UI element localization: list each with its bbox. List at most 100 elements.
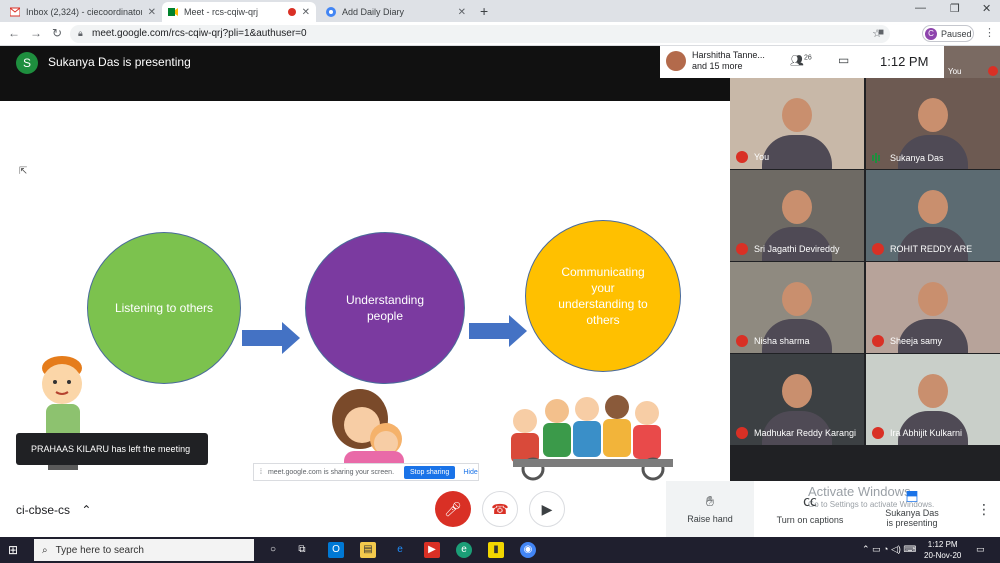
participant-name: Sri Jagathi Devireddy <box>754 244 840 254</box>
participant-name: Sukanya Das <box>890 153 944 163</box>
participant-tile[interactable]: Nisha sharma <box>730 262 864 353</box>
leave-call-button[interactable]: ☎︎ <box>482 491 518 527</box>
profile-button[interactable]: C Paused <box>922 25 974 42</box>
meeting-clock: 1:12 PM <box>880 54 929 69</box>
internet-explorer-icon[interactable]: e <box>392 542 408 558</box>
presenter-avatar: S <box>16 52 38 74</box>
url-field[interactable]: 🔒︎ meet.google.com/rcs-cqiw-qrj?pli=1&au… <box>70 25 890 43</box>
participant-tile[interactable]: Ira Abhijit Kulkarni <box>866 354 1000 445</box>
task-view-icon[interactable]: ⧉ <box>294 542 310 558</box>
tab-meet[interactable]: Meet - rcs-cqiw-qrj ✕ <box>162 2 316 22</box>
participant-label: You <box>736 151 769 163</box>
mic-off-icon <box>736 335 748 347</box>
presenter-bar: S Sukanya Das is presenting <box>0 46 730 101</box>
participant-name: Sheeja samy <box>890 336 943 346</box>
participant-name: Nisha sharma <box>754 336 810 346</box>
mic-off-icon <box>736 151 748 163</box>
circle-understanding: Understanding people <box>305 232 465 384</box>
hide-button[interactable]: Hide <box>463 469 477 476</box>
forward-icon[interactable]: → <box>30 26 42 40</box>
stop-sharing-button[interactable]: Stop sharing <box>404 465 456 479</box>
camera-toggle-button[interactable]: ▶︎ <box>529 491 565 527</box>
mic-toggle-button[interactable]: 🎤︎ <box>435 491 471 527</box>
participant-body <box>762 135 832 169</box>
notifications-icon[interactable]: ▭ <box>976 544 985 555</box>
people-icon: 👥︎ <box>790 55 804 67</box>
participant-label: Sri Jagathi Devireddy <box>736 243 840 255</box>
participant-name: Ira Abhijit Kulkarni <box>890 428 963 438</box>
mic-off-icon <box>872 243 884 255</box>
close-window-icon[interactable]: ✕ <box>982 2 991 15</box>
participant-face <box>918 374 948 409</box>
video-camera-icon: ▶︎ <box>541 500 553 517</box>
participant-label: Ira Abhijit Kulkarni <box>872 427 962 439</box>
participant-label: ROHIT REDDY ARE <box>872 243 972 255</box>
close-icon[interactable]: ✕ <box>302 7 310 18</box>
participant-label: Sheeja samy <box>872 335 942 347</box>
chat-icon[interactable]: ▭ <box>838 53 849 67</box>
participant-tile[interactable]: ROHIT REDDY ARE <box>866 170 1000 261</box>
presenting-button[interactable]: ⬒ Sukanya Das is presenting <box>872 487 952 528</box>
presenter-label: Sukanya Das is presenting <box>48 55 191 69</box>
circle-listening: Listening to others <box>87 232 241 384</box>
circle-communicating: Communicating your understanding to othe… <box>525 220 681 372</box>
children-group-clipart-icon <box>511 395 673 481</box>
tab-daily-diary[interactable]: Add Daily Diary ✕ <box>320 2 472 22</box>
meeting-info-bar: Harshitha Tanne... and 15 more 👥︎26 ▭ 1:… <box>660 46 1000 78</box>
cortana-icon[interactable]: ○ <box>265 542 281 558</box>
tab-gmail[interactable]: Inbox (2,324) - ciecoordinator@ ✕ <box>4 2 162 22</box>
windows-start-icon[interactable]: ⊞ <box>8 543 18 557</box>
self-view[interactable]: You <box>944 46 1000 78</box>
drag-handle-icon[interactable]: ⁞ <box>260 469 262 476</box>
chevron-up-icon: ⌃ <box>81 503 92 517</box>
system-tray-icons[interactable]: ⌃ ▭ ◔ ◁) ⌨ <box>862 544 916 555</box>
mic-off-icon: 🎤︎ <box>444 500 462 517</box>
mic-off-icon <box>988 66 998 76</box>
search-icon: ⌕ <box>42 544 48 556</box>
people-button[interactable]: 👥︎26 <box>790 54 812 67</box>
participant-tile[interactable]: Sukanya Das <box>866 78 1000 169</box>
browser-menu-icon[interactable]: ⋮ <box>984 26 995 39</box>
new-tab-button[interactable]: + <box>480 3 488 19</box>
mouse-cursor-icon: ⇱ <box>19 166 28 177</box>
raise-hand-button[interactable]: ✋︎ Raise hand <box>666 481 754 537</box>
meeting-code[interactable]: ci-cbse-cs ⌃ <box>16 503 91 517</box>
back-icon[interactable]: ← <box>8 26 20 40</box>
attendee-summary[interactable]: Harshitha Tanne... and 15 more <box>692 50 765 72</box>
captions-button[interactable]: ㏄ Turn on captions <box>772 491 848 525</box>
shared-slide: ⇱ Listening to others Understanding peop… <box>0 101 730 481</box>
participant-tile[interactable]: Madhukar Reddy Karangi <box>730 354 864 445</box>
sticky-notes-icon[interactable]: ▮ <box>488 542 504 558</box>
meet-icon <box>168 7 178 17</box>
screen: Inbox (2,324) - ciecoordinator@ ✕ Meet -… <box>0 0 1000 563</box>
close-icon[interactable]: ✕ <box>148 7 156 18</box>
taskbar-search-input[interactable]: ⌕ Type here to search <box>34 539 254 561</box>
participant-label: Nisha sharma <box>736 335 810 347</box>
arrow-icon <box>469 315 527 347</box>
media-app-icon[interactable]: ▶ <box>424 542 440 558</box>
hand-icon: ✋︎ <box>706 493 714 509</box>
captions-icon: ㏄ <box>803 493 817 509</box>
edge-icon[interactable]: e <box>456 542 472 558</box>
mic-off-icon <box>872 335 884 347</box>
close-icon[interactable]: ✕ <box>458 7 466 18</box>
participant-name: Madhukar Reddy Karangi <box>754 428 857 438</box>
minimize-icon[interactable]: — <box>915 2 926 14</box>
camera-in-use-icon[interactable]: ■ <box>878 27 884 38</box>
participant-tile[interactable]: Sri Jagathi Devireddy <box>730 170 864 261</box>
recording-dot-icon <box>287 8 296 16</box>
participant-tile[interactable]: Sheeja samy <box>866 262 1000 353</box>
taskbar-clock[interactable]: 1:12 PM 20-Nov-20 <box>924 539 961 561</box>
lock-icon: 🔒︎ <box>78 28 83 38</box>
participant-face <box>918 190 948 225</box>
more-options-icon[interactable]: ⋮ <box>977 501 991 518</box>
participant-face <box>782 282 812 317</box>
outlook-icon[interactable]: O <box>328 542 344 558</box>
restore-icon[interactable]: ❐ <box>950 2 960 15</box>
hang-up-icon: ☎︎ <box>491 500 509 517</box>
reload-icon[interactable]: ↻ <box>52 26 62 40</box>
windows-taskbar: ⊞ ⌕ Type here to search ○ ⧉ O ▤ e ▶ e ▮ … <box>0 537 1000 563</box>
participant-tile[interactable]: You <box>730 78 864 169</box>
file-explorer-icon[interactable]: ▤ <box>360 542 376 558</box>
chrome-icon[interactable]: ◉ <box>520 542 536 558</box>
